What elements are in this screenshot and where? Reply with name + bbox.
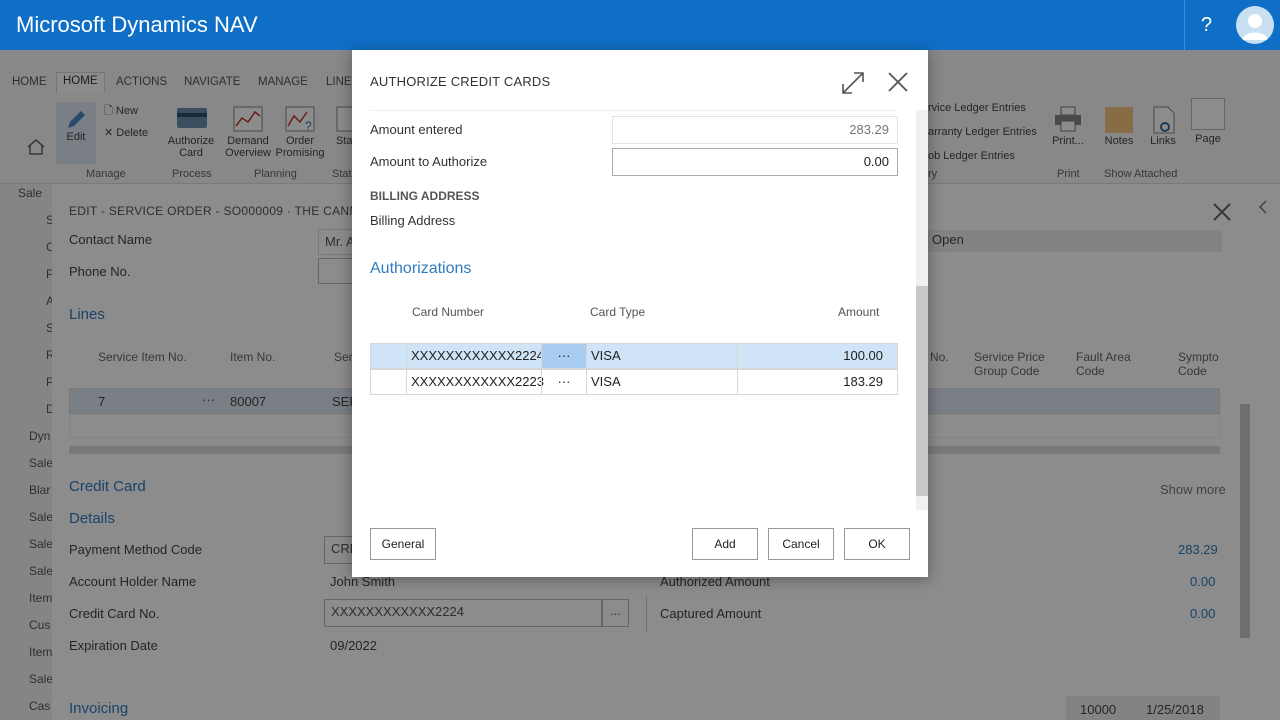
table-row[interactable]: XXXXXXXXXXXX2223 ··· VISA 183.29 bbox=[370, 369, 898, 395]
app-title: Microsoft Dynamics NAV bbox=[16, 12, 258, 37]
amount-to-authorize-input[interactable]: 0.00 bbox=[612, 148, 898, 176]
billing-address-heading: BILLING ADDRESS bbox=[370, 189, 480, 203]
top-bar: Microsoft Dynamics NAV ? bbox=[0, 0, 1280, 50]
card-type-cell[interactable]: VISA bbox=[586, 370, 737, 394]
divider bbox=[370, 110, 898, 111]
card-type-cell[interactable]: VISA bbox=[586, 344, 737, 368]
general-button[interactable]: General bbox=[370, 528, 436, 560]
row-selector[interactable] bbox=[371, 344, 407, 368]
amount-entered-field: 283.29 bbox=[612, 116, 898, 144]
card-number-cell[interactable]: XXXXXXXXXXXX2224 bbox=[411, 344, 544, 368]
close-icon[interactable] bbox=[888, 72, 908, 95]
user-avatar-icon[interactable] bbox=[1236, 6, 1274, 44]
col-card-number: Card Number bbox=[412, 305, 485, 319]
authorize-credit-cards-dialog: AUTHORIZE CREDIT CARDS Amount entered 28… bbox=[352, 50, 928, 577]
amount-to-authorize-label: Amount to Authorize bbox=[370, 154, 488, 169]
add-button[interactable]: Add bbox=[692, 528, 758, 560]
billing-address-label: Billing Address bbox=[370, 213, 456, 228]
dialog-title: AUTHORIZE CREDIT CARDS bbox=[370, 74, 551, 89]
row-selector[interactable] bbox=[371, 370, 407, 394]
card-lookup-button[interactable]: ··· bbox=[541, 370, 586, 394]
ok-button[interactable]: OK bbox=[844, 528, 910, 560]
amount-cell[interactable]: 100.00 bbox=[737, 344, 883, 368]
amount-entered-label: Amount entered bbox=[370, 122, 463, 137]
col-amount: Amount bbox=[838, 305, 880, 319]
help-button[interactable]: ? bbox=[1184, 0, 1228, 50]
card-number-cell[interactable]: XXXXXXXXXXXX2223 bbox=[411, 370, 544, 394]
dialog-scrollbar-thumb[interactable] bbox=[916, 286, 928, 496]
amount-cell[interactable]: 183.29 bbox=[737, 370, 883, 394]
card-lookup-button[interactable]: ··· bbox=[541, 344, 586, 368]
expand-icon[interactable] bbox=[840, 70, 866, 99]
table-row[interactable]: XXXXXXXXXXXX2224 ··· VISA 100.00 bbox=[370, 343, 898, 369]
authorizations-title: Authorizations bbox=[370, 260, 472, 277]
col-card-type: Card Type bbox=[590, 305, 646, 319]
cancel-button[interactable]: Cancel bbox=[768, 528, 834, 560]
